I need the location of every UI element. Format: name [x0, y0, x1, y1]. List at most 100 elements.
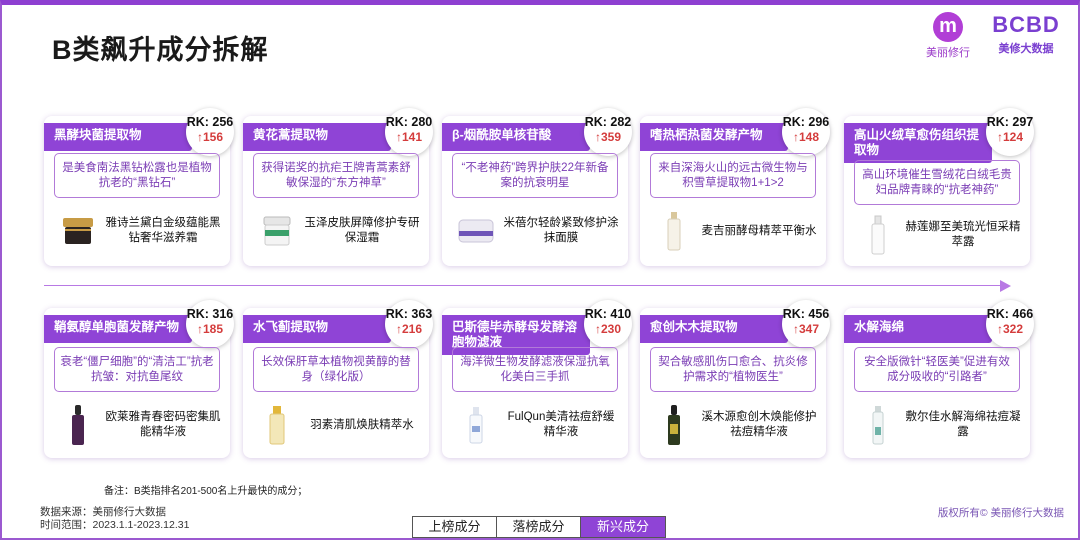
ingredient-description: 获得诺奖的抗疟王牌青蒿素舒敏保湿的“东方神草” — [253, 153, 419, 198]
ingredient-name: 高山火绒草愈伤组织提取物 — [844, 123, 992, 163]
rank-badge: RK: 282 ↑359 — [584, 108, 632, 156]
cream-jar-icon — [257, 210, 297, 252]
timeline-line — [44, 285, 1004, 286]
rank-badge: RK: 466 ↑322 — [986, 300, 1034, 348]
rank-badge: RK: 316 ↑185 — [186, 300, 234, 348]
rank-change: ↑141 — [395, 130, 423, 144]
ingredient-name: 鞘氨醇单胞菌发酵产物 — [44, 315, 192, 343]
product-name: 溪木源愈创木焕能修护祛痘精华液 — [701, 411, 817, 438]
ingredient-name: 水飞蓟提取物 — [243, 315, 391, 343]
rank-badge: RK: 280 ↑141 — [385, 108, 433, 156]
ingredient-description: 海洋微生物发酵滤液保湿抗氧化美白三手抓 — [452, 347, 618, 392]
footnote: 备注：B类指排名201-500名上升最快的成分； — [104, 486, 308, 497]
gel-tube-icon — [858, 404, 898, 446]
tab-listed[interactable]: 上榜成分 — [413, 517, 497, 537]
rank-badge: RK: 363 ↑216 — [385, 300, 433, 348]
rank-value: RK: 256 — [186, 115, 234, 129]
toner-bottle-icon — [654, 210, 694, 252]
ingredient-description: 安全版微针“轻医美”促进有效成分吸收的“引路者” — [854, 347, 1020, 392]
product-name: 玉泽皮肤屏障修护专研保湿霜 — [304, 217, 420, 244]
product-name: 麦吉丽酵母精萃平衡水 — [701, 224, 817, 237]
time-range-line: 时间范围：2023.1.1-2023.12.31 — [40, 519, 190, 531]
rank-value: RK: 456 — [782, 307, 830, 321]
toner-bottle-icon — [257, 404, 297, 446]
tab-bar: 上榜成分 落榜成分 新兴成分 — [412, 516, 666, 538]
ingredient-description: 高山环境催生雪绒花白绒毛贵妇品牌青睐的“抗老神药” — [854, 160, 1020, 205]
essence-bottle-icon — [858, 214, 898, 256]
ingredient-name: β-烟酰胺单核苷酸 — [442, 123, 590, 151]
rank-change: ↑185 — [196, 322, 224, 336]
product-row: FulQun美清祛痘舒缓精华液 — [452, 400, 618, 450]
ingredient-name: 水解海绵 — [844, 315, 992, 343]
tab-emerging[interactable]: 新兴成分 — [581, 517, 665, 537]
ingredient-card: 巴斯德毕赤酵母发酵溶胞物滤液 RK: 410 ↑230 海洋微生物发酵滤液保湿抗… — [442, 300, 632, 458]
rank-change: ↑230 — [594, 322, 622, 336]
ingredient-card: 水解海绵 RK: 466 ↑322 安全版微针“轻医美”促进有效成分吸收的“引路… — [844, 300, 1034, 458]
rank-value: RK: 280 — [385, 115, 433, 129]
slide-frame — [0, 0, 1080, 540]
ingredient-name: 黑酵块菌提取物 — [44, 123, 192, 151]
rank-value: RK: 297 — [986, 115, 1034, 129]
rank-change: ↑124 — [996, 130, 1024, 144]
timeline-arrow-icon — [1000, 280, 1011, 292]
rank-value: RK: 466 — [986, 307, 1034, 321]
ingredient-card: 黄花蒿提取物 RK: 280 ↑141 获得诺奖的抗疟王牌青蒿素舒敏保湿的“东方… — [243, 108, 433, 266]
product-row: 敷尔佳水解海绵祛痘凝露 — [854, 400, 1021, 450]
ingredient-name: 嗜热栖热菌发酵产物 — [640, 123, 788, 151]
ingredient-card: β-烟酰胺单核苷酸 RK: 282 ↑359 “不老神药”跨界护肤22年新备案的… — [442, 108, 632, 266]
rank-badge: RK: 297 ↑124 — [986, 108, 1034, 156]
ingredient-description: 来自深海火山的远古微生物与积雪草提取物1+1>2 — [650, 153, 816, 198]
cream-jar-icon — [58, 210, 98, 252]
dropper-bottle-icon — [58, 404, 98, 446]
ingredient-card: 鞘氨醇单胞菌发酵产物 RK: 316 ↑185 衰老“僵尸细胞”的“清洁工”抗老… — [44, 300, 234, 458]
meili-logo: m 美丽修行 — [920, 12, 976, 60]
product-row: 米蓓尔轻龄紧致修护涂抹面膜 — [452, 206, 619, 256]
rank-badge: RK: 256 ↑156 — [186, 108, 234, 156]
rank-value: RK: 296 — [782, 115, 830, 129]
rank-badge: RK: 456 ↑347 — [782, 300, 830, 348]
product-row: 赫莲娜至美琉光恒采精萃露 — [854, 210, 1021, 260]
product-name: 欧莱雅青春密码密集肌能精华液 — [105, 411, 221, 438]
product-row: 雅诗兰黛白金级蕴能黑钻奢华滋养霜 — [54, 206, 221, 256]
rank-change: ↑347 — [792, 322, 820, 336]
rank-change: ↑156 — [196, 130, 224, 144]
product-name: 敷尔佳水解海绵祛痘凝露 — [905, 411, 1021, 438]
product-name: 羽素清肌焕肤精萃水 — [310, 418, 414, 431]
product-name: 雅诗兰黛白金级蕴能黑钻奢华滋养霜 — [105, 217, 221, 244]
meili-logo-label: 美丽修行 — [926, 47, 970, 59]
ingredient-card: 嗜热栖热菌发酵产物 RK: 296 ↑148 来自深海火山的远古微生物与积雪草提… — [640, 108, 830, 266]
product-row: 溪木源愈创木焕能修护祛痘精华液 — [650, 400, 817, 450]
product-row: 羽素清肌焕肤精萃水 — [253, 400, 419, 450]
product-name: FulQun美清祛痘舒缓精华液 — [507, 411, 615, 438]
product-row: 玉泽皮肤屏障修护专研保湿霜 — [253, 206, 420, 256]
ingredient-card: 水飞蓟提取物 RK: 363 ↑216 长效保肝草本植物视黄醇的替身（绿化版） … — [243, 300, 433, 458]
product-row: 麦吉丽酵母精萃平衡水 — [650, 206, 817, 256]
data-source-line: 数据来源：美丽修行大数据 — [40, 506, 166, 518]
ingredient-description: 长效保肝草本植物视黄醇的替身（绿化版） — [253, 347, 419, 392]
product-name: 赫莲娜至美琉光恒采精萃露 — [905, 221, 1021, 248]
rank-change: ↑359 — [594, 130, 622, 144]
dropper-bottle-icon — [654, 404, 694, 446]
ingredient-description: 是美食南法黑钻松露也是植物抗老的“黑钻石” — [54, 153, 220, 198]
ingredient-card: 黑酵块菌提取物 RK: 256 ↑156 是美食南法黑钻松露也是植物抗老的“黑钻… — [44, 108, 234, 266]
product-name: 米蓓尔轻龄紧致修护涂抹面膜 — [503, 217, 619, 244]
meili-logo-icon: m — [933, 12, 963, 42]
rank-change: ↑216 — [395, 322, 423, 336]
data-source: 数据来源：美丽修行大数据 时间范围：2023.1.1-2023.12.31 — [40, 506, 189, 532]
rank-value: RK: 282 — [584, 115, 632, 129]
rank-change: ↑322 — [996, 322, 1024, 336]
ingredient-card: 愈创木木提取物 RK: 456 ↑347 契合敏感肌伤口愈合、抗炎修护需求的“植… — [640, 300, 830, 458]
ingredient-name: 黄花蒿提取物 — [243, 123, 391, 151]
rank-badge: RK: 296 ↑148 — [782, 108, 830, 156]
bcbd-logo-mark: BCBD — [992, 12, 1060, 37]
bcbd-logo-label: 美修大数据 — [998, 43, 1054, 55]
copyright: 版权所有© 美丽修行大数据 — [937, 507, 1064, 519]
rank-value: RK: 316 — [186, 307, 234, 321]
product-row: 欧莱雅青春密码密集肌能精华液 — [54, 400, 221, 450]
page-title: B类飙升成分拆解 — [52, 35, 269, 65]
rank-change: ↑148 — [792, 130, 820, 144]
mask-jar-icon — [456, 210, 496, 252]
tab-dropped[interactable]: 落榜成分 — [497, 517, 581, 537]
rank-badge: RK: 410 ↑230 — [584, 300, 632, 348]
ingredient-description: 契合敏感肌伤口愈合、抗炎修护需求的“植物医生” — [650, 347, 816, 392]
